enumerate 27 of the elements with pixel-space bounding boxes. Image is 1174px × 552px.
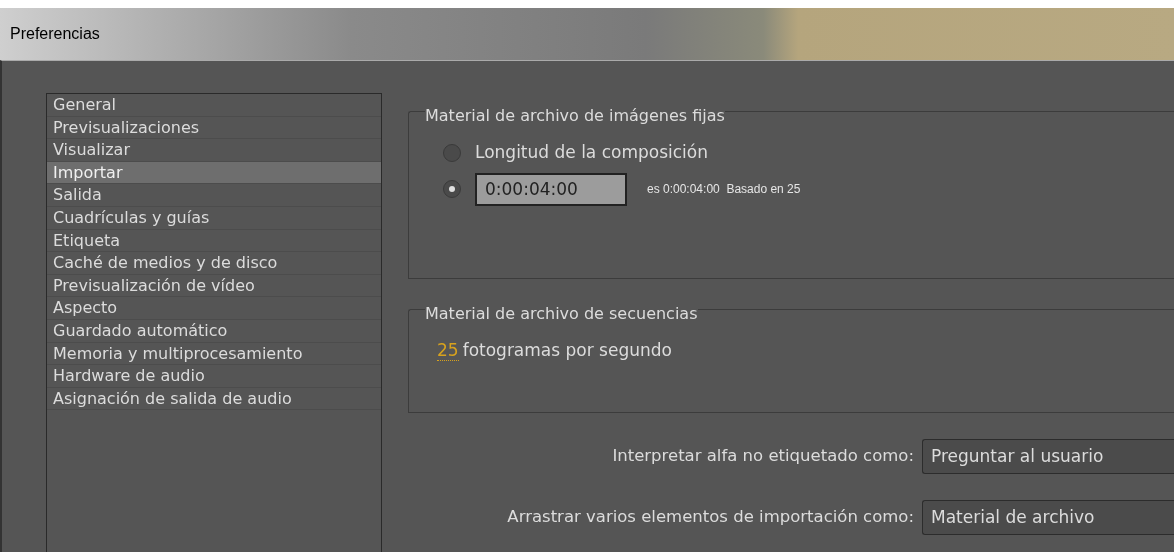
category-item[interactable]: General: [47, 94, 381, 117]
category-item[interactable]: Hardware de audio: [47, 365, 381, 388]
duration-note: es 0:00:04:00 Basado en 25: [647, 181, 801, 198]
radio-button[interactable]: [443, 180, 461, 198]
window-title: Preferencias: [10, 24, 100, 44]
category-item[interactable]: Previsualizaciones: [47, 116, 381, 140]
category-item[interactable]: Aspecto: [47, 297, 381, 320]
category-item[interactable]: Cuadrículas y guías: [47, 206, 381, 230]
category-item[interactable]: Etiqueta: [47, 229, 381, 253]
dropdown-label: Interpretar alfa no etiquetado como:: [612, 445, 914, 468]
category-item[interactable]: Importar: [47, 161, 381, 185]
frame-rate-value[interactable]: 25: [437, 340, 459, 361]
category-item[interactable]: Visualizar: [47, 139, 381, 162]
category-item[interactable]: Memoria y multiprocesamiento: [47, 342, 381, 366]
radio-label: Longitud de la composición: [475, 141, 709, 165]
duration-field[interactable]: 0:00:04:00: [475, 172, 627, 206]
dropdown[interactable]: Material de archivo: [922, 500, 1174, 535]
radio-button[interactable]: [443, 144, 461, 162]
category-item[interactable]: Asignación de salida de audio: [47, 387, 381, 411]
dropdown[interactable]: Preguntar al usuario: [922, 439, 1174, 474]
dropdown-label: Arrastrar varios elementos de importación como:: [507, 506, 914, 529]
group-title: Material de archivo de imágenes fijas: [425, 106, 725, 125]
category-item[interactable]: Salida: [47, 184, 381, 207]
category-item[interactable]: Previsualización de vídeo: [47, 274, 381, 298]
category-item[interactable]: Guardado automático: [47, 319, 381, 343]
frame-rate-unit: fotogramas por segundo: [462, 339, 672, 362]
category-item[interactable]: Caché de medios y de disco: [47, 252, 381, 275]
